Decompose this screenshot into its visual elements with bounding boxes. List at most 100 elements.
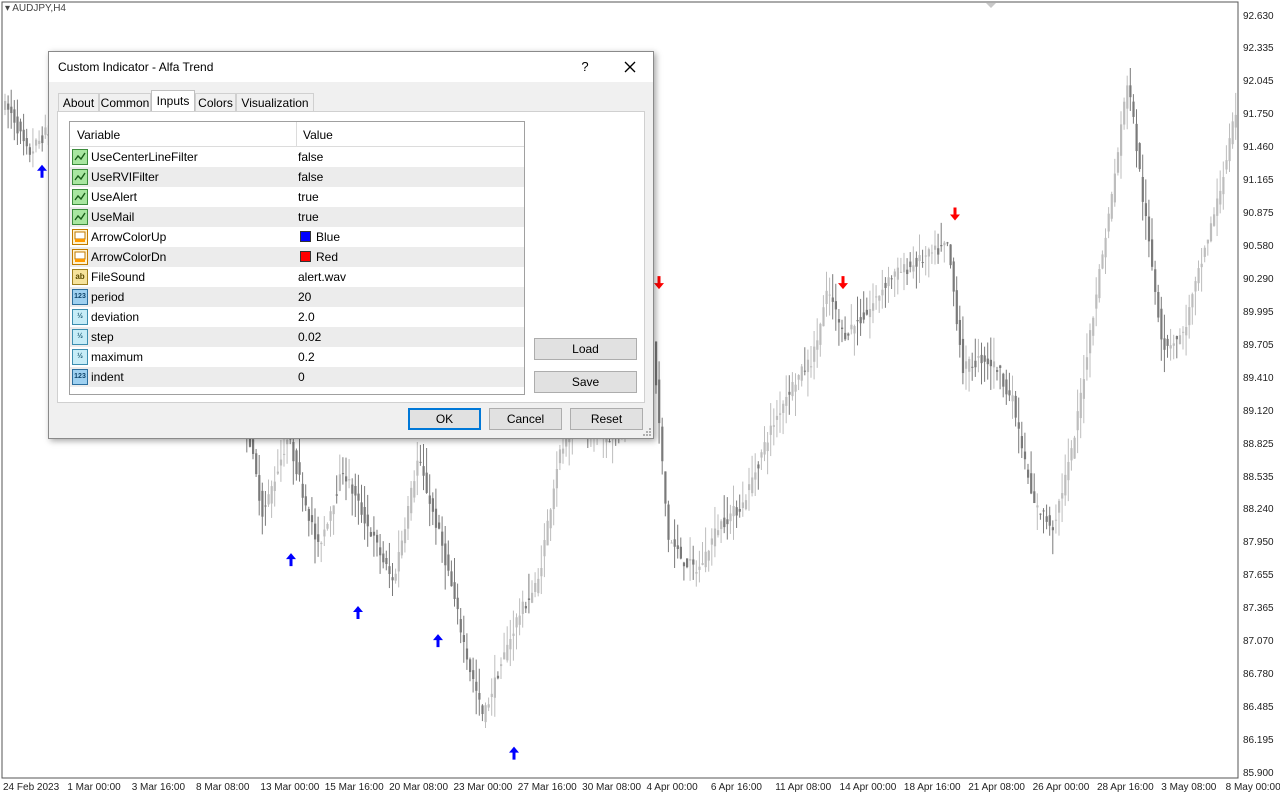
candle-body — [763, 442, 766, 455]
load-button[interactable]: Load — [534, 338, 637, 360]
candle-body — [1054, 519, 1058, 521]
candle-body — [1027, 469, 1030, 478]
tab-about[interactable]: About — [58, 93, 99, 111]
candle-body — [1182, 331, 1185, 333]
param-value[interactable]: 0 — [298, 370, 305, 384]
resize-grip-icon[interactable] — [642, 427, 652, 437]
table-row[interactable]: UseCenterLineFilter false — [70, 147, 524, 167]
tab-inputs[interactable]: Inputs — [151, 90, 195, 112]
param-value[interactable]: 2.0 — [298, 310, 315, 324]
candle-body — [38, 140, 41, 144]
candle-body — [503, 652, 506, 660]
candle-body — [673, 539, 676, 547]
table-row[interactable]: ab FileSound alert.wav — [70, 267, 524, 287]
candle-body — [794, 384, 797, 392]
param-value[interactable]: Red — [316, 250, 338, 264]
price-tick-label: 90.290 — [1243, 273, 1274, 285]
param-value[interactable]: true — [298, 210, 319, 224]
candle-body — [469, 659, 472, 673]
param-value[interactable]: 0.2 — [298, 350, 315, 364]
candle-body — [1157, 292, 1160, 318]
price-tick-label: 91.750 — [1243, 109, 1274, 121]
table-row[interactable]: ½ maximum 0.2 — [70, 347, 524, 367]
param-value[interactable]: false — [298, 150, 323, 164]
candle-body — [1023, 451, 1027, 460]
candle-body — [834, 301, 837, 310]
table-row[interactable]: UseMail true — [70, 207, 524, 227]
table-row[interactable]: UseRVIFilter false — [70, 167, 524, 187]
candle-body — [444, 543, 447, 566]
candle-body — [345, 476, 348, 482]
candle-body — [955, 290, 958, 325]
table-row[interactable]: ArrowColorDn Red — [70, 247, 524, 267]
candle-body — [875, 296, 878, 298]
table-row[interactable]: ½ step 0.02 — [70, 327, 524, 347]
symbol-dropdown-icon[interactable]: ▾ — [5, 3, 10, 14]
param-value[interactable]: 0.02 — [298, 330, 321, 344]
candle-body — [1135, 123, 1138, 152]
param-value[interactable]: false — [298, 170, 323, 184]
candle-body — [382, 553, 385, 563]
candle-body — [1039, 513, 1042, 515]
param-value[interactable]: Blue — [316, 230, 340, 244]
candle-body — [500, 664, 503, 667]
table-row[interactable]: 123 indent 0 — [70, 367, 524, 387]
table-row[interactable]: ½ deviation 2.0 — [70, 307, 524, 327]
candle-body — [276, 471, 279, 474]
tab-common[interactable]: Common — [99, 93, 151, 111]
table-row[interactable]: ArrowColorUp Blue — [70, 227, 524, 247]
candle-body — [543, 540, 546, 557]
ok-button[interactable]: OK — [408, 408, 481, 430]
candle-body — [298, 462, 301, 475]
symbol-label: ▾ AUDJPY,H4 — [5, 3, 66, 14]
time-tick-label: 8 May 00:00 — [1225, 782, 1280, 793]
integer-param-icon: 123 — [72, 289, 88, 305]
param-value[interactable]: true — [298, 190, 319, 204]
candle-body — [958, 319, 961, 345]
candle-body — [899, 271, 903, 273]
color-swatch[interactable] — [300, 251, 311, 262]
candle-body — [1020, 436, 1023, 449]
custom-indicator-dialog: Custom Indicator - Alfa Trend ? About Co… — [48, 51, 654, 439]
param-value[interactable]: alert.wav — [298, 270, 346, 284]
close-button[interactable] — [615, 52, 645, 82]
candle-body — [19, 121, 22, 132]
candle-body — [921, 262, 924, 264]
candle-body — [686, 558, 689, 568]
candle-body — [372, 531, 376, 536]
candle-body — [400, 540, 403, 556]
dialog-titlebar[interactable]: Custom Indicator - Alfa Trend ? — [49, 52, 653, 82]
candle-body — [924, 255, 927, 257]
column-header-variable[interactable]: Variable — [77, 128, 120, 142]
help-button[interactable]: ? — [573, 52, 597, 82]
tab-visualization[interactable]: Visualization — [236, 93, 314, 111]
candle-body — [980, 354, 983, 364]
color-swatch[interactable] — [300, 231, 311, 242]
candle-body — [555, 469, 558, 489]
save-button[interactable]: Save — [534, 371, 637, 393]
candle-body — [465, 648, 469, 660]
candle-body — [1058, 500, 1061, 513]
candle-body — [518, 615, 521, 625]
candle-body — [909, 261, 912, 268]
column-header-value[interactable]: Value — [303, 128, 333, 142]
candle-body — [453, 582, 456, 599]
time-tick-label: 30 Mar 08:00 — [582, 782, 642, 793]
candle-body — [710, 538, 713, 545]
candle-body — [1191, 294, 1194, 308]
price-tick-label: 90.580 — [1243, 241, 1274, 252]
candle-body — [1126, 85, 1129, 109]
reset-button[interactable]: Reset — [570, 408, 643, 430]
param-value[interactable]: 20 — [298, 290, 311, 304]
tab-colors[interactable]: Colors — [195, 93, 236, 111]
candle-body — [338, 474, 341, 491]
cancel-button[interactable]: Cancel — [489, 408, 562, 430]
candle-body — [366, 514, 369, 527]
table-row[interactable]: 123 period 20 — [70, 287, 524, 307]
candle-body — [22, 129, 25, 142]
candle-body — [295, 450, 298, 475]
table-row[interactable]: UseAlert true — [70, 187, 524, 207]
candle-body — [608, 441, 611, 443]
candle-body — [475, 681, 478, 691]
candle-body — [1042, 510, 1045, 512]
